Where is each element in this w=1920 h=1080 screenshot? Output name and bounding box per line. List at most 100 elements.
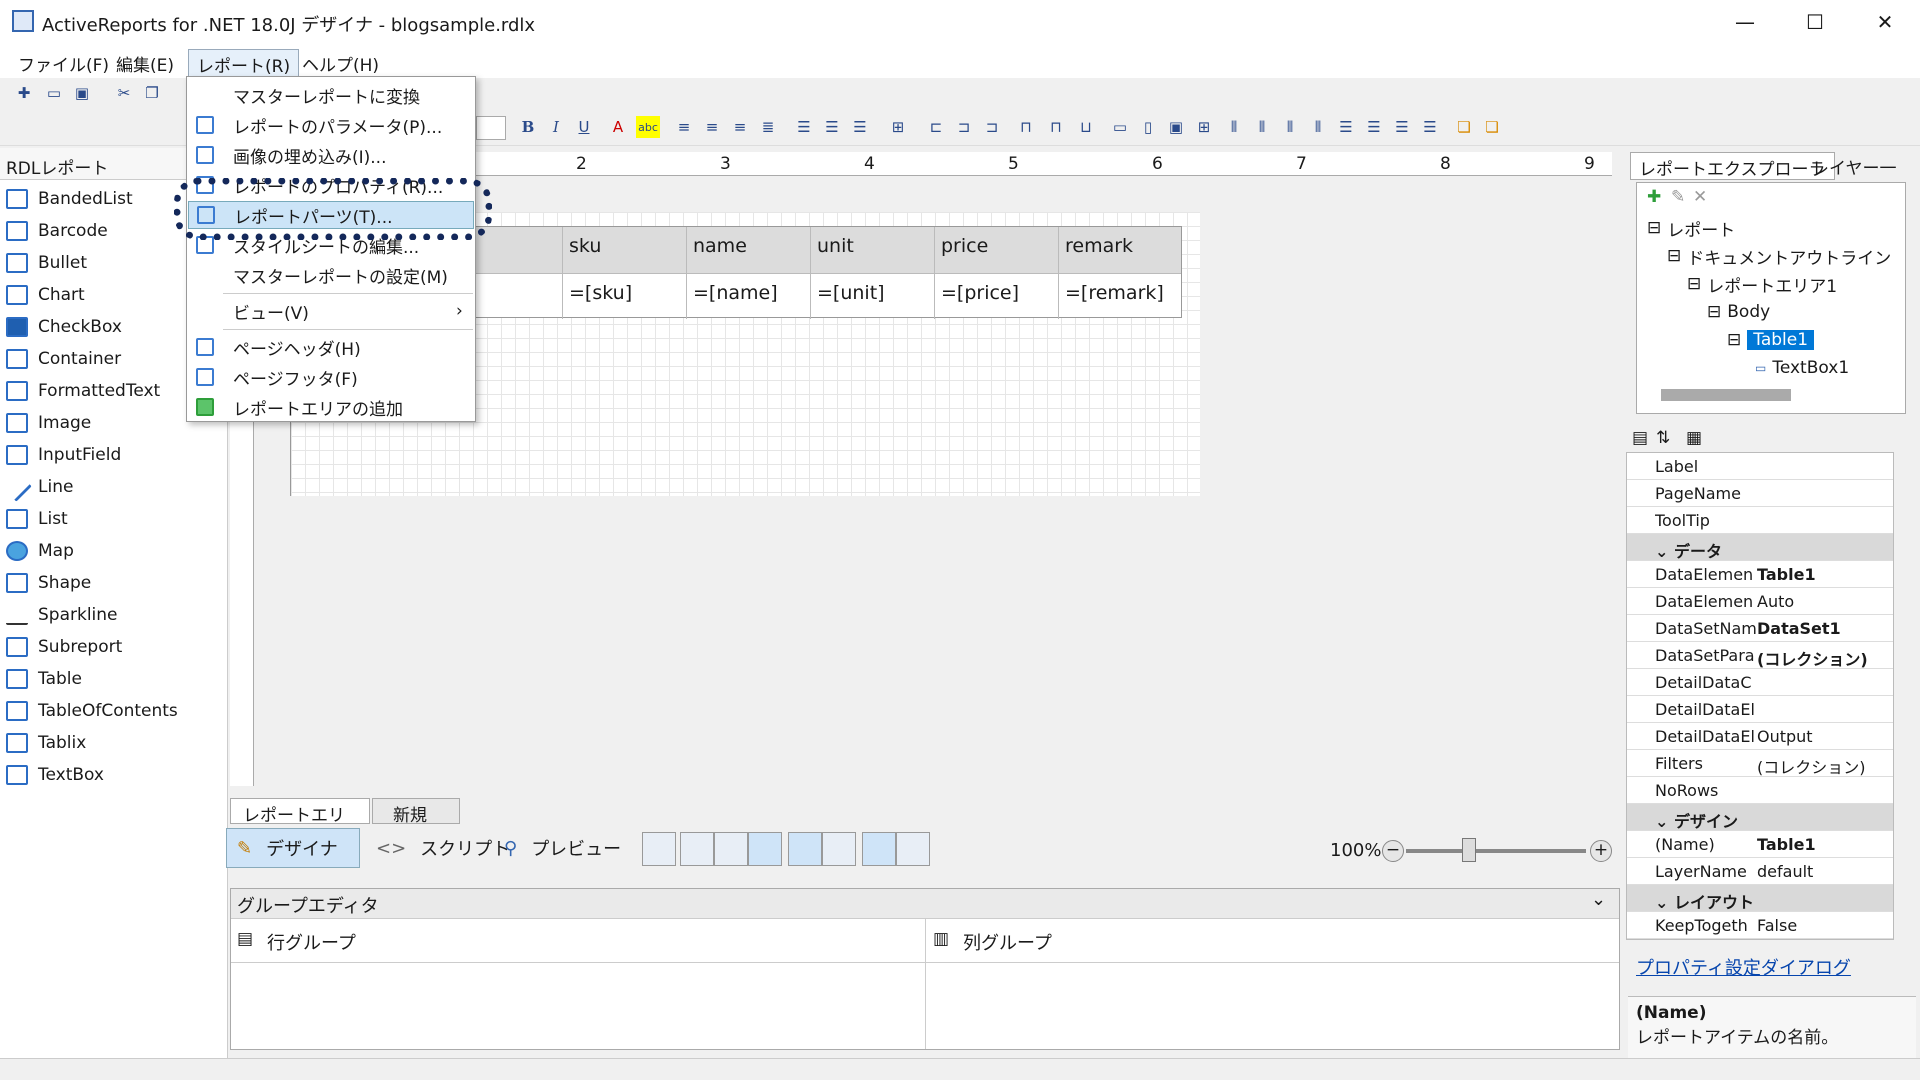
h-spacing-equal-icon[interactable]: ⫴ — [1222, 116, 1246, 138]
same-width-icon[interactable]: ▭ — [1108, 116, 1132, 138]
designer-mode-button[interactable]: ✎ デザイナ — [226, 828, 360, 868]
property-row[interactable]: Filters (コレクション) — [1627, 750, 1893, 777]
menu-edit[interactable]: 編集(E) — [108, 49, 182, 77]
property-row[interactable]: DataElemen Table1 — [1627, 561, 1893, 588]
tool-bandedlist[interactable]: BandedList — [6, 184, 133, 214]
property-value[interactable]: Table1 — [1757, 835, 1893, 854]
table-detail-cell[interactable]: =[remark] — [1059, 273, 1181, 319]
menu-item-view[interactable]: ビュー(V) › — [188, 297, 474, 325]
table-detail-cell[interactable]: =[sku] — [563, 273, 687, 319]
size-to-grid-icon[interactable]: ⊞ — [1192, 116, 1216, 138]
property-row[interactable]: DataElemen Auto — [1627, 588, 1893, 615]
tree-table1[interactable]: ⊟ Table1 — [1727, 327, 1815, 353]
property-row[interactable]: NoRows — [1627, 777, 1893, 804]
highlight-color-icon[interactable]: abc — [636, 116, 660, 138]
property-row[interactable]: PageName — [1627, 480, 1893, 507]
font-color-icon[interactable]: A — [606, 116, 630, 138]
property-value[interactable]: DataSet1 — [1757, 619, 1893, 638]
send-to-back-icon[interactable]: ❏ — [1480, 116, 1504, 138]
menu-item-add-report-area[interactable]: レポートエリアの追加 — [188, 393, 474, 421]
tool-inputfield[interactable]: InputField — [6, 440, 121, 470]
property-row[interactable]: ToolTip — [1627, 507, 1893, 534]
tool-checkbox[interactable]: CheckBox — [6, 312, 122, 342]
menu-help[interactable]: ヘルプ(H) — [294, 49, 387, 77]
table-header-cell[interactable]: sku — [563, 227, 687, 273]
tool-image[interactable]: Image — [6, 408, 91, 438]
tool-bullet[interactable]: Bullet — [6, 248, 87, 278]
tool-formattedtext[interactable]: FormattedText — [6, 376, 160, 406]
property-value[interactable]: Output — [1757, 727, 1893, 746]
close-button[interactable]: ✕ — [1850, 0, 1920, 44]
property-row[interactable]: DetailDataC — [1627, 669, 1893, 696]
property-category[interactable]: ⌄ データ — [1627, 534, 1893, 561]
border-toggle-icon[interactable] — [680, 832, 714, 866]
menu-report[interactable]: レポート(R) — [188, 49, 300, 77]
menu-item-page-footer[interactable]: ページフッタ(F) — [188, 363, 474, 391]
sort-alpha-icon[interactable]: ⇅ — [1656, 428, 1670, 448]
tool-tableofcontents[interactable]: TableOfContents — [6, 696, 178, 726]
table-detail-cell[interactable]: =[unit] — [811, 273, 935, 319]
table-header-cell[interactable]: remark — [1059, 227, 1181, 273]
align-middles-icon[interactable]: ⊓ — [1044, 116, 1068, 138]
table1[interactable]: sku name unit price remark o] =[sku] =[n… — [440, 226, 1182, 319]
table-detail-cell[interactable]: =[name] — [687, 273, 811, 319]
table-header-cell[interactable]: price — [935, 227, 1059, 273]
add-icon[interactable]: ✚ — [1647, 187, 1661, 207]
menu-item-embed-images[interactable]: 画像の埋め込み(I)... — [188, 141, 474, 169]
table-detail-cell[interactable]: =[price] — [935, 273, 1059, 319]
property-pages-icon[interactable]: ▦ — [1686, 428, 1702, 448]
align-center-icon[interactable]: ≡ — [700, 116, 724, 138]
align-rights-icon[interactable]: ⊐ — [980, 116, 1004, 138]
grid-icon[interactable] — [748, 832, 782, 866]
tool-table[interactable]: Table — [6, 664, 82, 694]
property-row[interactable]: DetailDataEl — [1627, 696, 1893, 723]
align-tops-icon[interactable]: ⊓ — [1014, 116, 1038, 138]
tool-subreport[interactable]: Subreport — [6, 632, 122, 662]
snap-lines-icon[interactable] — [788, 832, 822, 866]
property-dialog-link[interactable]: プロパティ設定ダイアログ — [1636, 954, 1851, 980]
tool-textbox[interactable]: TextBox — [6, 760, 104, 790]
italic-icon[interactable]: I — [544, 116, 568, 138]
tool-chart[interactable]: Chart — [6, 280, 85, 310]
tool-list[interactable]: List — [6, 504, 68, 534]
align-bottoms-icon[interactable]: ⊔ — [1074, 116, 1098, 138]
tool-shape[interactable]: Shape — [6, 568, 91, 598]
property-value[interactable]: (コレクション) — [1757, 754, 1893, 778]
snap-grid-icon[interactable] — [822, 832, 856, 866]
tab-layer-list[interactable]: レイヤー一覧 — [1804, 152, 1920, 204]
property-value[interactable]: Auto — [1757, 592, 1893, 611]
property-category[interactable]: ⌄ デザイン — [1627, 804, 1893, 831]
property-row[interactable]: Label — [1627, 453, 1893, 480]
tab-new[interactable]: 新規 — [372, 798, 460, 826]
delete-icon[interactable]: ✕ — [1693, 187, 1707, 207]
menu-item-page-header[interactable]: ページヘッダ(H) — [188, 333, 474, 361]
tree-report-area1[interactable]: ⊟ レポートエリア1 — [1687, 271, 1837, 297]
property-row[interactable]: DetailDataEl Output — [1627, 723, 1893, 750]
indent-icon[interactable]: ☰ — [820, 116, 844, 138]
table-header-cell[interactable]: name — [687, 227, 811, 273]
align-right-icon[interactable]: ≡ — [728, 116, 752, 138]
tree-report[interactable]: ⊟ レポート — [1647, 215, 1735, 241]
same-size-icon[interactable]: ▣ — [1164, 116, 1188, 138]
tree-textbox1[interactable]: ▭ TextBox1 — [1755, 355, 1849, 381]
zoom-slider-thumb[interactable] — [1462, 838, 1476, 862]
cut-icon[interactable]: ✂ — [112, 82, 136, 104]
tool-container[interactable]: Container — [6, 344, 121, 374]
bullet-list-icon[interactable]: ☰ — [792, 116, 816, 138]
zoom-out-button[interactable]: − — [1382, 840, 1404, 862]
tool-line[interactable]: Line — [2, 472, 73, 502]
menu-file[interactable]: ファイル(F) — [10, 49, 117, 77]
h-spacing-increase-icon[interactable]: ⫴ — [1250, 116, 1274, 138]
save-icon[interactable]: ▣ — [70, 82, 94, 104]
property-row[interactable]: DataSetNam DataSet1 — [1627, 615, 1893, 642]
tree-document-outline[interactable]: ⊟ ドキュメントアウトライン — [1667, 243, 1891, 269]
tool-map[interactable]: Map — [6, 536, 74, 566]
property-row[interactable]: KeepTogeth False — [1627, 912, 1893, 939]
preview-mode-button[interactable]: ⚲ プレビュー — [494, 828, 631, 868]
font-size-dropdown[interactable] — [476, 116, 506, 140]
tree-body[interactable]: ⊟ Body — [1707, 299, 1770, 325]
tool-tablix[interactable]: Tablix — [6, 728, 86, 758]
menu-item-parameters[interactable]: レポートのパラメータ(P)... — [188, 111, 474, 139]
categorized-icon[interactable]: ▤ — [1632, 428, 1648, 448]
v-spacing-increase-icon[interactable]: ☰ — [1362, 116, 1386, 138]
